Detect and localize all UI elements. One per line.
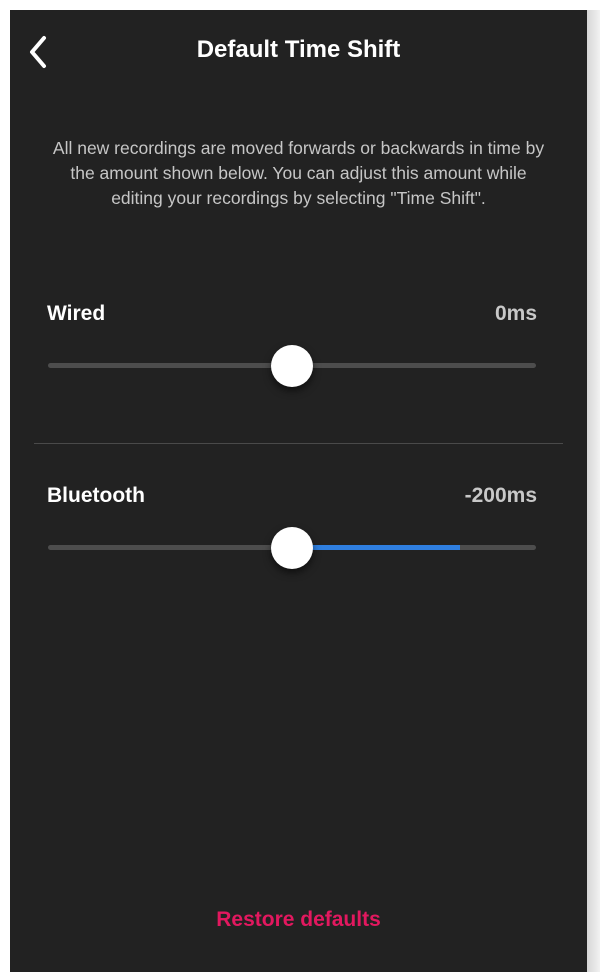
bluetooth-slider[interactable] (48, 527, 536, 569)
bluetooth-value: -200ms (464, 484, 537, 507)
bluetooth-slider-fill (292, 545, 461, 550)
restore-defaults-button[interactable]: Restore defaults (10, 908, 587, 932)
bluetooth-slider-thumb[interactable] (271, 527, 313, 569)
wired-slider-thumb[interactable] (271, 345, 313, 387)
edge-shadow (587, 10, 600, 972)
wired-value: 0ms (494, 302, 537, 325)
description-text: All new recordings are moved forwards or… (52, 138, 545, 208)
wired-slider[interactable] (48, 345, 536, 387)
app-screen: Default Time Shift All new recordings ar… (10, 10, 587, 972)
wired-label: Wired (47, 302, 106, 325)
bluetooth-label: Bluetooth (47, 484, 145, 507)
header: Default Time Shift (10, 10, 587, 94)
divider (34, 443, 563, 444)
page-title: Default Time Shift (196, 36, 401, 63)
